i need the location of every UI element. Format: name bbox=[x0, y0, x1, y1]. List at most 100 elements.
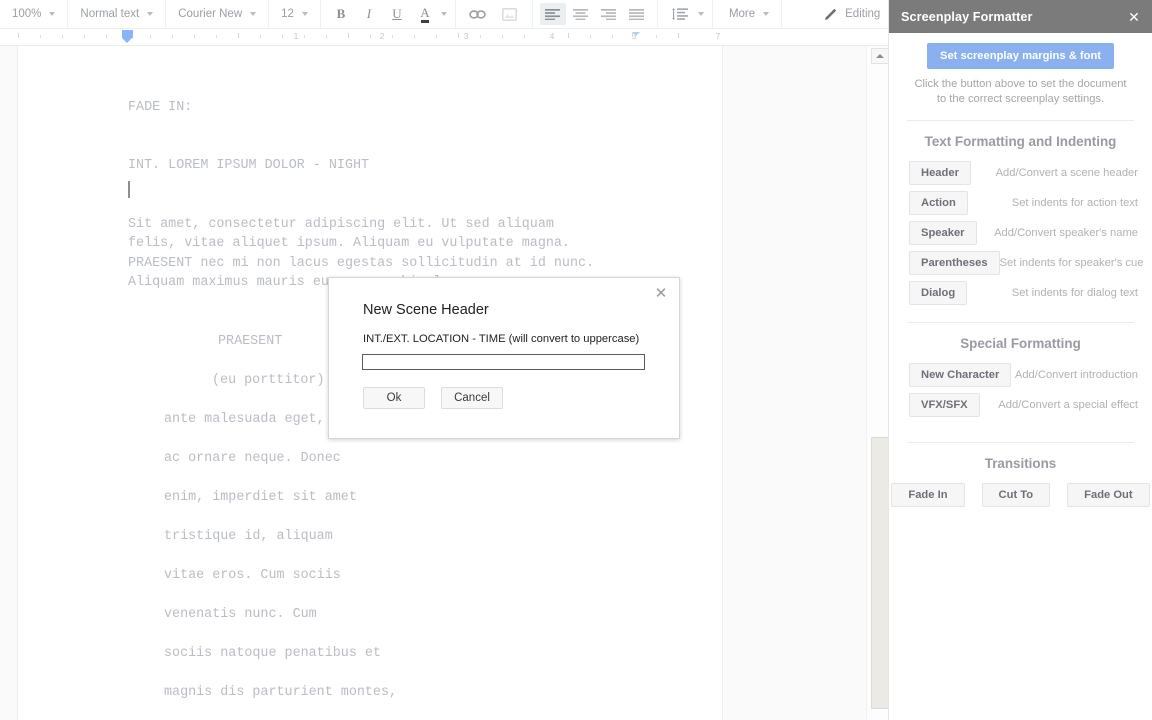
scrollbar-thumb[interactable] bbox=[871, 437, 888, 709]
set-screenplay-margins-button[interactable]: Set screenplay margins & font bbox=[926, 43, 1115, 69]
chevron-down-icon bbox=[697, 12, 704, 16]
text-color-button[interactable]: A bbox=[412, 3, 438, 25]
doc-dialog-line: tristique id, aliquam bbox=[164, 528, 333, 544]
align-left-button[interactable] bbox=[539, 3, 566, 25]
chevron-down-icon bbox=[147, 12, 154, 16]
font-family-value: Courier New bbox=[178, 8, 243, 20]
editor-toolbar: 100% Normal text Courier New 12 B I U A … bbox=[0, 0, 888, 29]
row-parentheses: Parentheses Set indents for speaker's cu… bbox=[889, 248, 1152, 278]
paragraph-style-value: Normal text bbox=[80, 8, 140, 20]
paragraph-style-select[interactable]: Normal text bbox=[74, 3, 159, 25]
line-spacing-button[interactable] bbox=[665, 3, 695, 25]
paragraph-style-group: Normal text bbox=[68, 0, 167, 29]
zoom-group: 100% bbox=[0, 0, 69, 29]
divider bbox=[907, 442, 1134, 443]
action-button[interactable]: Action bbox=[909, 191, 968, 215]
action-description: Set indents for action text bbox=[1011, 197, 1138, 209]
link-button[interactable] bbox=[463, 3, 493, 25]
more-menu[interactable]: More bbox=[719, 3, 775, 25]
new-character-button[interactable]: New Character bbox=[909, 363, 1012, 387]
sidebar-body: Set screenplay margins & font Click the … bbox=[889, 43, 1152, 507]
align-center-icon bbox=[573, 8, 589, 20]
sidebar-title: Screenplay Formatter bbox=[901, 9, 1033, 24]
row-speaker: Speaker Add/Convert speaker's name bbox=[889, 218, 1152, 248]
text-color-icon: A bbox=[420, 6, 430, 23]
header-button[interactable]: Header bbox=[909, 161, 971, 185]
editing-mode-group: Editing bbox=[810, 0, 888, 29]
close-icon[interactable]: ✕ bbox=[651, 283, 671, 303]
font-size-group: 12 bbox=[269, 0, 321, 29]
fade-in-button[interactable]: Fade In bbox=[891, 483, 965, 507]
parentheses-button[interactable]: Parentheses bbox=[909, 251, 1000, 275]
divider bbox=[907, 120, 1134, 121]
document-editor: 100% Normal text Courier New 12 B I U A … bbox=[0, 0, 888, 720]
align-center-button[interactable] bbox=[568, 3, 594, 25]
bold-icon: B bbox=[336, 6, 346, 21]
row-header: Header Add/Convert a scene header bbox=[889, 158, 1152, 188]
cut-to-button[interactable]: Cut To bbox=[981, 483, 1051, 507]
doc-line: FADE IN: bbox=[128, 99, 193, 115]
doc-dialog-line: vitae eros. Cum sociis bbox=[164, 567, 341, 583]
doc-line: felis, vitae aliquet ipsum. Aliquam eu v… bbox=[128, 236, 570, 251]
font-size-value: 12 bbox=[281, 8, 294, 20]
text-cursor bbox=[128, 181, 130, 198]
doc-line: Sit amet, consectetur adipiscing elit. U… bbox=[128, 216, 554, 232]
vfx-sfx-button[interactable]: VFX/SFX bbox=[909, 393, 980, 417]
section-title-special-formatting: Special Formatting bbox=[960, 336, 1081, 351]
row-dialog: Dialog Set indents for dialog text bbox=[889, 278, 1152, 308]
new-scene-header-dialog: ✕ New Scene Header INT./EXT. LOCATION - … bbox=[328, 277, 680, 439]
speaker-button[interactable]: Speaker bbox=[909, 221, 977, 245]
chevron-down-icon bbox=[250, 12, 257, 16]
parentheses-description: Set indents for speaker's cue bbox=[999, 257, 1144, 269]
row-new-character: New Character Add/Convert introduction bbox=[889, 360, 1152, 390]
doc-dialog-line: sociis natoque penatibus et bbox=[164, 645, 381, 661]
italic-button[interactable]: I bbox=[356, 3, 382, 25]
doc-line: PRAESENT nec mi non lacus egestas sollic… bbox=[128, 255, 595, 271]
chevron-down-icon bbox=[301, 12, 308, 16]
dialog-button[interactable]: Dialog bbox=[909, 281, 968, 305]
doc-dialog-line: magnis dis parturient montes, bbox=[164, 684, 398, 700]
editing-mode-label: Editing bbox=[845, 8, 881, 20]
bold-button[interactable]: B bbox=[328, 3, 354, 25]
align-justify-button[interactable] bbox=[624, 3, 650, 25]
align-left-icon bbox=[545, 8, 561, 20]
header-description: Add/Convert a scene header bbox=[995, 167, 1138, 179]
pencil-icon bbox=[825, 8, 837, 20]
align-right-button[interactable] bbox=[596, 3, 622, 25]
horizontal-ruler[interactable]: 1 1 2 3 4 5 7 bbox=[0, 29, 888, 46]
transitions-row: Fade In Cut To Fade Out bbox=[889, 483, 1152, 507]
alignment-group bbox=[533, 0, 658, 29]
font-family-select[interactable]: Courier New bbox=[172, 3, 262, 25]
section-title-transitions: Transitions bbox=[984, 456, 1057, 471]
more-label: More bbox=[728, 8, 756, 20]
triangle-up-icon bbox=[876, 54, 884, 58]
vfx-sfx-description: Add/Convert a special effect bbox=[998, 399, 1138, 411]
editing-mode-button[interactable]: Editing bbox=[816, 7, 888, 21]
scroll-up-button[interactable] bbox=[871, 48, 888, 64]
zoom-select[interactable]: 100% bbox=[6, 3, 61, 25]
fade-out-button[interactable]: Fade Out bbox=[1067, 483, 1150, 507]
app-root: 100% Normal text Courier New 12 B I U A … bbox=[0, 0, 1152, 720]
speaker-description: Add/Convert speaker's name bbox=[994, 227, 1138, 239]
ruler-number: 1 bbox=[293, 31, 299, 41]
line-spacing-dropdown[interactable] bbox=[696, 3, 706, 25]
close-icon[interactable]: ✕ bbox=[1126, 9, 1142, 25]
ok-button[interactable]: Ok bbox=[363, 387, 425, 409]
left-indent-marker[interactable] bbox=[122, 30, 133, 43]
dialog-description: Set indents for dialog text bbox=[1011, 287, 1138, 299]
section-title-text-formatting: Text Formatting and Indenting bbox=[924, 134, 1117, 149]
scene-header-input[interactable] bbox=[362, 354, 645, 370]
chevron-down-icon bbox=[763, 12, 770, 16]
link-icon bbox=[469, 9, 487, 19]
doc-dialog-line: ac ornare neque. Donec bbox=[164, 450, 341, 466]
row-vfx-sfx: VFX/SFX Add/Convert a special effect bbox=[889, 390, 1152, 420]
underline-button[interactable]: U bbox=[384, 3, 410, 25]
insert-image-button[interactable] bbox=[495, 3, 525, 25]
line-spacing-group bbox=[658, 0, 713, 29]
text-format-group: B I U A bbox=[321, 0, 456, 29]
text-color-dropdown[interactable] bbox=[439, 3, 449, 25]
vertical-scrollbar[interactable] bbox=[866, 46, 888, 720]
cancel-button[interactable]: Cancel bbox=[441, 387, 503, 409]
insert-group bbox=[456, 0, 533, 29]
font-size-select[interactable]: 12 bbox=[275, 3, 314, 25]
